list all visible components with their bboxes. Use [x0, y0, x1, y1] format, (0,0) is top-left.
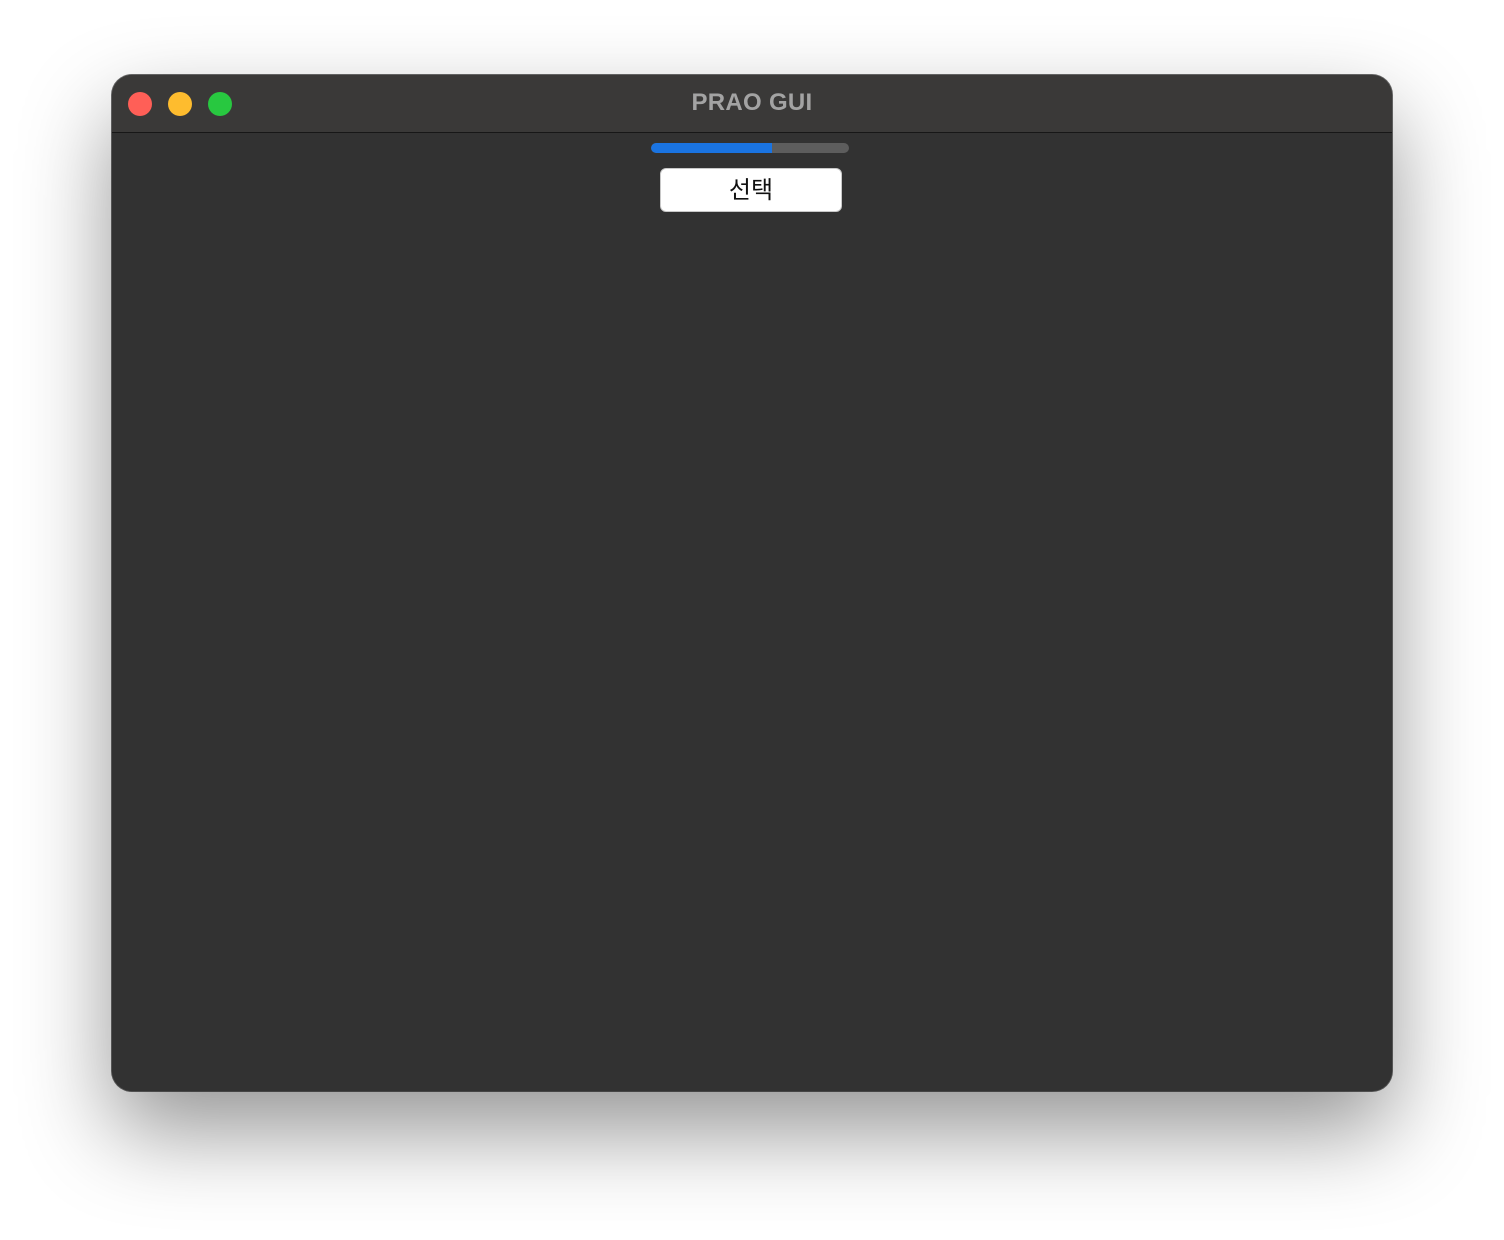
title-bar[interactable]: PRAO GUI — [112, 75, 1392, 133]
app-window: PRAO GUI 선택 — [112, 75, 1392, 1091]
window-title: PRAO GUI — [691, 89, 813, 116]
main-content: 선택 — [112, 133, 1392, 1091]
select-button[interactable]: 선택 — [660, 168, 842, 212]
progress-bar-fill — [651, 143, 772, 153]
progress-bar — [651, 143, 849, 153]
